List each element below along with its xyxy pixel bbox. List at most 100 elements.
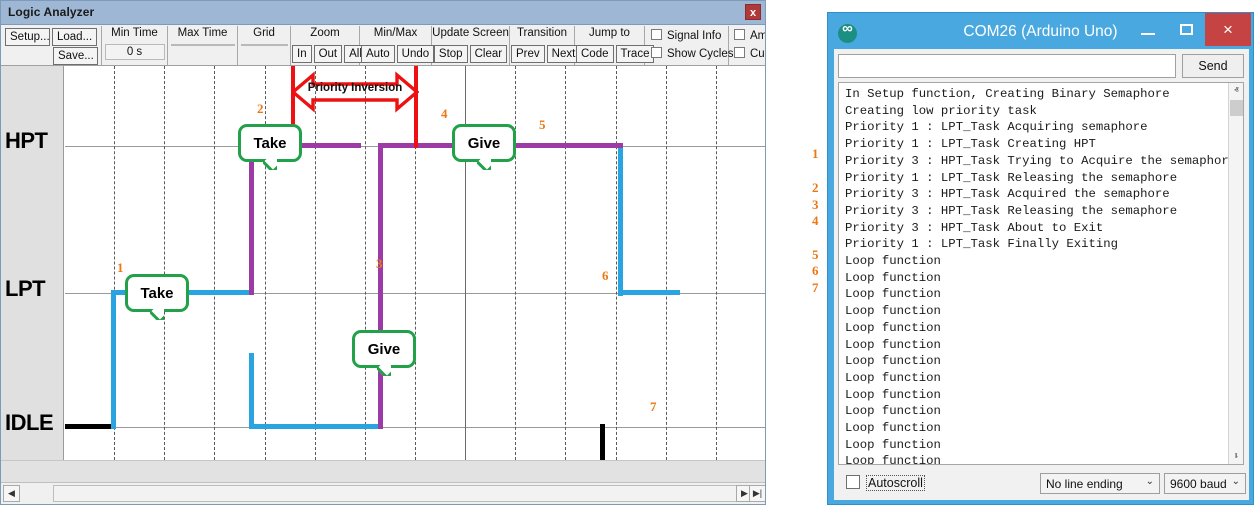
scrollbar-thumb[interactable] [53, 485, 743, 502]
serial-console[interactable]: In Setup function, Creating Binary Semap… [838, 82, 1244, 465]
zoom-in-button[interactable]: In [292, 45, 312, 63]
load-button[interactable]: Load... [52, 28, 97, 46]
baud-rate-select[interactable]: 9600 baud ⌄ [1164, 473, 1246, 494]
signal-info-checkbox[interactable] [651, 29, 662, 40]
scroll-end-icon[interactable]: ▶| [749, 485, 765, 502]
chevron-down-icon: ⌄ [1231, 476, 1240, 487]
logic-analyzer-titlebar: Logic Analyzer x [1, 1, 765, 25]
serial-monitor-body: Send In Setup function, Creating Binary … [834, 49, 1249, 500]
max-time-label: Max Time [177, 27, 228, 39]
scroll-down-icon[interactable]: ⱛ [1229, 449, 1243, 464]
serial-send-input[interactable] [838, 54, 1176, 78]
autoscroll-checkbox[interactable] [846, 475, 860, 489]
event-number-3: 3 [376, 256, 383, 271]
callout-take-lpt[interactable]: Take [125, 274, 189, 312]
setup-button[interactable]: Setup... [5, 28, 50, 46]
signal-label-lpt: LPT [5, 276, 46, 301]
gridline [565, 66, 566, 460]
toolbar-group-display-options: Signal Info Show Cycles [645, 26, 733, 65]
gridline [315, 66, 316, 460]
lpt-trace-high-2 [618, 290, 680, 295]
minmax-label: Min/Max [373, 27, 418, 39]
show-cycles-checkbox-row[interactable]: Show Cycles [651, 47, 733, 60]
minmax-auto-button[interactable]: Auto [361, 45, 395, 63]
serial-monitor-footer: Autoscroll No line ending ⌄ 9600 baud ⌄ [834, 468, 1249, 500]
send-button[interactable]: Send [1182, 54, 1244, 78]
logic-analyzer-title: Logic Analyzer [8, 5, 95, 19]
horizontal-scrollbar[interactable]: ◀ ▶ ▶| [1, 482, 765, 504]
gutter-marker-7: 7 [812, 280, 819, 295]
transition-prev-button[interactable]: Prev [511, 45, 545, 63]
minimize-icon[interactable] [1128, 13, 1168, 46]
gridline [716, 66, 717, 460]
waveform-plot: HPT LPT IDLE Priority Inversion 1 2 3 4 … [1, 66, 765, 460]
event-number-5: 5 [539, 117, 546, 132]
signal-label-hpt: HPT [5, 128, 48, 153]
lpt-trace-blocked [249, 424, 382, 429]
gridline [666, 66, 667, 460]
zoom-label: Zoom [310, 27, 340, 39]
gutter-marker-3: 3 [812, 196, 819, 212]
min-time-label: Min Time [111, 27, 158, 39]
close-icon[interactable]: × [1205, 13, 1251, 46]
priority-inversion-label: Priority Inversion [307, 82, 403, 94]
amp-label: Amp [750, 30, 765, 42]
gutter-marker-5: 5 [812, 246, 819, 262]
minmax-undo-button[interactable]: Undo [396, 45, 435, 63]
update-screen-label: Update Screen [432, 27, 509, 39]
gutter-marker-1: 1 [812, 146, 819, 162]
serial-gutter-markers: 1 234 567 [806, 110, 826, 410]
gridline [214, 66, 215, 460]
idle-trace-corner [600, 424, 605, 429]
maximize-icon[interactable] [1168, 13, 1205, 46]
jump-code-button[interactable]: Code [576, 45, 614, 63]
callout-label: Take [253, 135, 287, 152]
lpt-trace-blocked-fall [249, 353, 254, 429]
zoom-out-button[interactable]: Out [313, 45, 343, 63]
toolbar-group-grid: Grid [238, 26, 291, 65]
chevron-down-icon: ⌄ [1145, 476, 1154, 487]
grid-label: Grid [253, 27, 275, 39]
scroll-left-icon[interactable]: ◀ [3, 485, 20, 502]
grid-field[interactable] [240, 44, 288, 46]
amp-checkbox-row[interactable]: Amp [734, 29, 765, 42]
save-button[interactable]: Save... [53, 47, 98, 65]
signal-label-pane: HPT LPT IDLE [1, 66, 64, 460]
callout-label: Take [140, 285, 174, 302]
line-ending-select[interactable]: No line ending ⌄ [1040, 473, 1160, 494]
callout-tail [477, 159, 491, 170]
callout-take-hpt[interactable]: Take [238, 124, 302, 162]
autoscroll-label[interactable]: Autoscroll [866, 475, 925, 491]
amp-checkbox[interactable] [734, 29, 745, 40]
max-time-field[interactable] [170, 44, 235, 46]
hpt-trace-rise [249, 143, 254, 295]
callout-give-hpt[interactable]: Give [452, 124, 516, 162]
close-glyph: × [1223, 20, 1233, 39]
update-stop-button[interactable]: Stop [433, 45, 468, 63]
toolbar-group-file: Setup... Load... Save... [1, 26, 102, 65]
scroll-up-icon[interactable]: ⱏ [1229, 83, 1243, 98]
signal-info-checkbox-row[interactable]: Signal Info [651, 29, 721, 42]
cursor-checkbox[interactable] [734, 47, 745, 58]
show-cycles-checkbox[interactable] [651, 47, 662, 58]
waveform-canvas[interactable]: Priority Inversion 1 2 3 4 5 6 7 Take Ta… [65, 66, 765, 460]
toolbar-group-jump-to: Jump to Code Trace [575, 26, 655, 65]
idle-trace-start [65, 424, 114, 429]
callout-label: Give [467, 135, 501, 152]
toolbar-group-minmax: Min/Max Auto Undo [360, 26, 435, 65]
toolbar-group-amp-cursor: Amp Cur [729, 26, 765, 65]
signal-label-idle: IDLE [5, 410, 54, 435]
close-icon[interactable]: x [745, 4, 761, 20]
transition-label: Transition [516, 27, 568, 39]
serial-monitor-window: COM26 (Arduino Uno) × Send In Setup func… [827, 12, 1254, 505]
baud-rate-value: 9600 baud [1170, 477, 1227, 491]
console-scrollbar-thumb[interactable] [1230, 100, 1243, 116]
callout-give-lpt[interactable]: Give [352, 330, 416, 368]
update-clear-button[interactable]: Clear [469, 45, 508, 63]
min-time-field[interactable]: 0 s [104, 44, 165, 60]
cursor-label: Cur [750, 48, 765, 60]
cursor-checkbox-row[interactable]: Cur [734, 47, 765, 60]
toolbar-group-transition: Transition Prev Next [510, 26, 581, 65]
console-vertical-scrollbar[interactable]: ⱏ ⱛ [1228, 83, 1243, 464]
plot-bottom-strip [1, 460, 765, 482]
